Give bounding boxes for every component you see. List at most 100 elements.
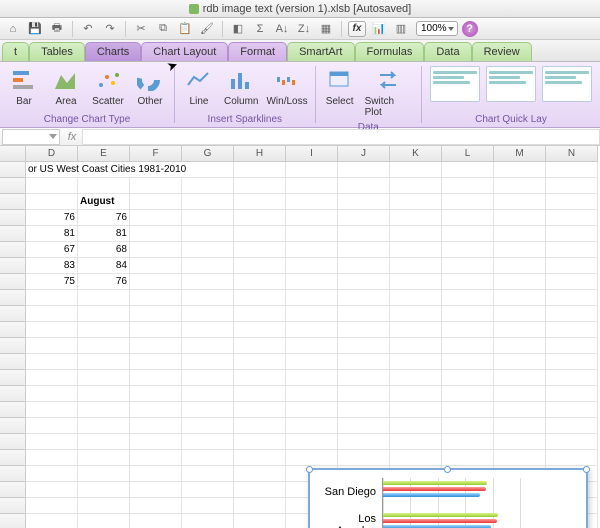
cell[interactable] [546,418,598,434]
cell[interactable] [546,226,598,242]
cell[interactable] [78,370,130,386]
column-header[interactable]: K [390,146,442,162]
cell[interactable] [442,418,494,434]
cell[interactable] [130,194,182,210]
cell[interactable]: 75 [26,274,78,290]
cell[interactable] [182,242,234,258]
cell[interactable] [442,290,494,306]
tab-chart-layout[interactable]: Chart Layout [141,42,228,61]
cell[interactable] [26,418,78,434]
cell[interactable] [130,434,182,450]
cell[interactable] [390,210,442,226]
scatter-button[interactable]: Scatter [88,64,128,112]
cell[interactable]: 76 [78,210,130,226]
cell[interactable] [546,370,598,386]
row-header[interactable] [0,514,26,528]
cell[interactable] [390,354,442,370]
cell[interactable] [234,434,286,450]
row-header[interactable] [0,306,26,322]
cell[interactable]: 76 [26,210,78,226]
cell[interactable] [338,306,390,322]
clear-icon[interactable]: ◧ [229,21,247,37]
cell[interactable] [130,242,182,258]
cell[interactable] [390,242,442,258]
cell[interactable] [182,482,234,498]
cell[interactable] [26,466,78,482]
cell[interactable] [338,418,390,434]
cell[interactable] [130,226,182,242]
row-header[interactable] [0,354,26,370]
cell[interactable] [442,226,494,242]
cell[interactable] [338,242,390,258]
cell[interactable] [390,258,442,274]
cell[interactable] [234,162,286,178]
cell[interactable] [234,418,286,434]
cell[interactable] [546,178,598,194]
cell[interactable] [130,402,182,418]
tab-tables[interactable]: Tables [29,42,85,61]
cell[interactable] [286,210,338,226]
cell[interactable] [26,498,78,514]
name-box[interactable] [2,129,60,145]
other-button[interactable]: Other [130,64,170,112]
cell[interactable] [130,338,182,354]
cell[interactable] [338,370,390,386]
cell[interactable] [338,434,390,450]
cell[interactable]: or US West Coast Cities 1981-2010 [26,162,234,178]
cell[interactable] [234,466,286,482]
column-header[interactable]: H [234,146,286,162]
filter-icon[interactable]: ▦ [317,21,335,37]
cell[interactable] [182,386,234,402]
cell[interactable] [286,338,338,354]
cell[interactable] [286,178,338,194]
cell[interactable] [442,162,494,178]
cell[interactable] [234,450,286,466]
cell[interactable] [494,322,546,338]
cell[interactable] [234,322,286,338]
fx-icon[interactable]: fx [62,131,82,143]
cell[interactable] [182,514,234,528]
cell[interactable] [234,514,286,528]
cell[interactable] [494,194,546,210]
cell[interactable] [286,274,338,290]
cell[interactable]: 67 [26,242,78,258]
cell[interactable] [26,386,78,402]
embedded-chart[interactable]: San DiegoLos AngelesSan FranciscoPortlan… [308,468,588,528]
row-header[interactable] [0,226,26,242]
cell[interactable] [442,178,494,194]
cell[interactable] [130,210,182,226]
cell[interactable] [546,242,598,258]
column-header[interactable]: D [26,146,78,162]
formula-input[interactable] [82,129,600,145]
cell[interactable] [390,370,442,386]
cell[interactable] [78,338,130,354]
tab-smartart[interactable]: SmartArt [287,42,354,61]
cell[interactable] [286,354,338,370]
cell[interactable] [286,194,338,210]
cell[interactable] [338,178,390,194]
cell[interactable] [286,306,338,322]
cell[interactable] [78,354,130,370]
row-header[interactable] [0,178,26,194]
row-header[interactable] [0,194,26,210]
cell[interactable] [286,322,338,338]
cell[interactable] [78,466,130,482]
cell[interactable] [442,194,494,210]
tab-t[interactable]: t [2,42,29,61]
cell[interactable] [78,178,130,194]
cell[interactable] [234,242,286,258]
cell[interactable] [26,370,78,386]
cell[interactable] [130,482,182,498]
cell[interactable] [26,514,78,528]
cell[interactable] [494,386,546,402]
switchplot-button[interactable]: Switch Plot [362,64,417,120]
cell[interactable] [494,370,546,386]
home-icon[interactable]: ⌂ [4,21,22,37]
column-header[interactable]: L [442,146,494,162]
cell[interactable] [182,306,234,322]
cell[interactable] [182,194,234,210]
cell[interactable] [26,354,78,370]
row-header[interactable] [0,242,26,258]
cell[interactable] [182,210,234,226]
redo-icon[interactable]: ↷ [101,21,119,37]
